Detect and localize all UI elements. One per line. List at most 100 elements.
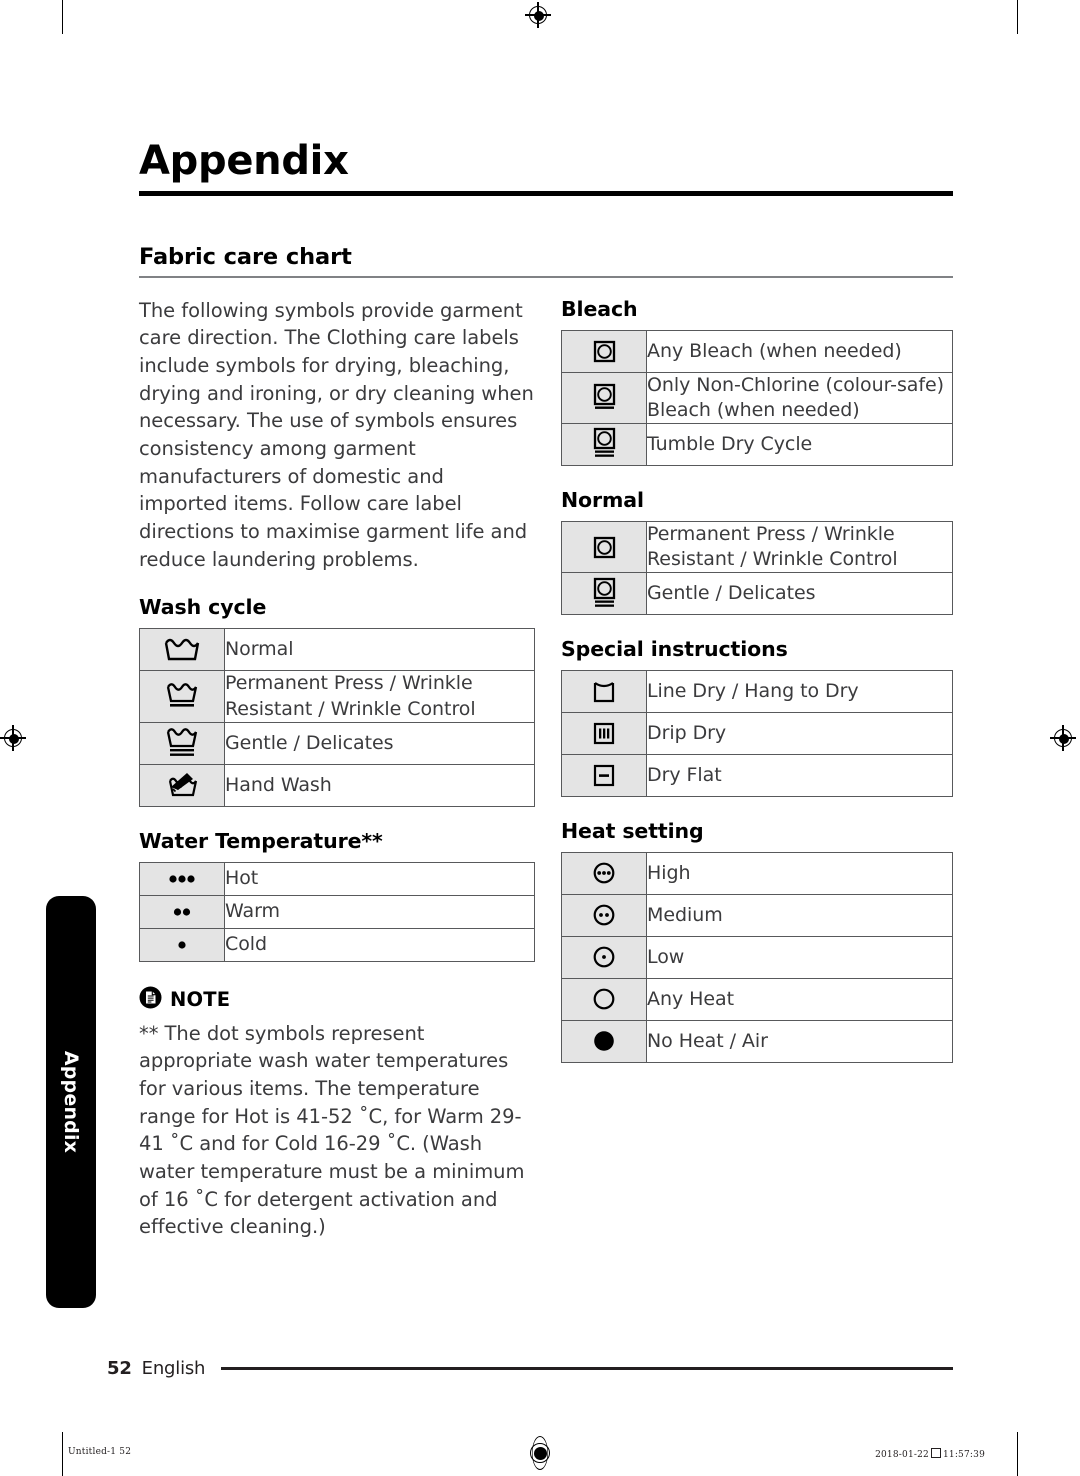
column-gutter [535, 297, 561, 1242]
circle-three-dots-icon [561, 851, 647, 895]
two-column-layout: The following symbols provide garment ca… [139, 297, 953, 1242]
bleach-label: Tumble Dry Cycle [646, 422, 953, 466]
water-temperature-heading: Water Temperature** [139, 828, 383, 853]
wash-cycle-label: Hand Wash [224, 763, 535, 807]
wash-cycle-label: Gentle / Delicates [224, 721, 535, 765]
heat-setting-table: High Medium Low Any Heat No Heat / Air [561, 851, 953, 1063]
page-title: Appendix [139, 138, 349, 184]
table-row: Any Bleach (when needed) [561, 329, 953, 373]
note-text: ** The dot symbols represent appropriate… [139, 1021, 525, 1239]
crop-mark-bottom-left [62, 1432, 64, 1476]
footer-divider [221, 1367, 953, 1370]
registration-mark-bottom [527, 1436, 553, 1470]
bleach-label: Only Non-Chlorine (colour-safe) Bleach (… [646, 371, 953, 424]
page-number: 52 [107, 1358, 132, 1379]
wash-tub-one-bar-icon [139, 670, 225, 723]
wash-tub-two-bar-icon [139, 721, 225, 765]
bleach-heading: Bleach [561, 296, 638, 321]
table-row: Medium [561, 893, 953, 937]
registration-mark-top [525, 2, 553, 30]
table-row: Hot [139, 861, 535, 896]
table-row: High [561, 851, 953, 895]
section-title: Fabric care chart [139, 244, 352, 270]
special-instructions-label: Line Dry / Hang to Dry [646, 669, 953, 713]
dryer-square-two-bar-icon [561, 571, 647, 615]
print-slug-timestamp: 2018-01-22 11:57:39 [875, 1447, 985, 1460]
normal-heading: Normal [561, 487, 644, 512]
line-dry-icon [561, 669, 647, 713]
circle-two-dots-icon [561, 893, 647, 937]
table-row: Only Non-Chlorine (colour-safe) Bleach (… [561, 371, 953, 424]
circle-empty-icon [561, 977, 647, 1021]
registration-mark-left [0, 725, 28, 753]
bleach-table: Any Bleach (when needed) Only Non-Chlori… [561, 329, 953, 466]
table-row: Gentle / Delicates [139, 721, 535, 765]
three-dots-icon [139, 861, 225, 896]
drip-dry-icon [561, 711, 647, 755]
document-page: Appendix Appendix Fabric care chart The … [0, 0, 1080, 1476]
normal-label: Permanent Press / Wrinkle Resistant / Wr… [646, 520, 953, 573]
wash-tub-icon [139, 628, 225, 672]
special-instructions-label: Dry Flat [646, 753, 953, 797]
table-row: Drip Dry [561, 711, 953, 755]
print-slug-filename: Untitled-1 52 [68, 1447, 132, 1457]
water-temperature-table: Hot Warm Cold [139, 861, 535, 962]
table-row: Permanent Press / Wrinkle Resistant / Wr… [139, 670, 535, 723]
special-instructions-label: Drip Dry [646, 711, 953, 755]
circle-filled-icon [561, 1019, 647, 1063]
registration-mark-right [1050, 725, 1078, 753]
table-row: Any Heat [561, 977, 953, 1021]
heat-setting-label: Any Heat [646, 977, 953, 1021]
dryer-square-icon [561, 329, 647, 373]
right-column: Bleach Any Bleach (when needed) Only Non… [561, 297, 953, 1242]
crop-mark-top-left [62, 0, 64, 34]
water-temperature-label: Hot [224, 861, 535, 896]
table-row: Low [561, 935, 953, 979]
crop-mark-bottom-right [1017, 1432, 1019, 1476]
left-column: The following symbols provide garment ca… [139, 297, 535, 1242]
special-instructions-table: Line Dry / Hang to Dry Drip Dry Dry Flat [561, 669, 953, 797]
intro-paragraph: The following symbols provide garment ca… [139, 298, 534, 571]
table-row: Hand Wash [139, 763, 535, 807]
page-language: English [141, 1358, 206, 1379]
table-row: No Heat / Air [561, 1019, 953, 1063]
dryer-square-two-bar-icon [561, 422, 647, 466]
crop-mark-top-right [1017, 0, 1019, 34]
note-label: NOTE [170, 987, 231, 1011]
normal-table: Permanent Press / Wrinkle Resistant / Wr… [561, 520, 953, 615]
table-row: Cold [139, 927, 535, 962]
side-tab-appendix: Appendix [46, 896, 96, 1308]
print-slug-time: 11:57:39 [942, 1450, 985, 1460]
heat-setting-label: No Heat / Air [646, 1019, 953, 1063]
table-row: Gentle / Delicates [561, 571, 953, 615]
heat-setting-heading: Heat setting [561, 818, 704, 843]
page-content: Appendix Fabric care chart The following… [139, 140, 953, 1241]
table-row: Permanent Press / Wrinkle Resistant / Wr… [561, 520, 953, 573]
hand-wash-icon [139, 763, 225, 807]
dry-flat-icon [561, 753, 647, 797]
dryer-square-one-bar-icon [561, 371, 647, 424]
table-row: Normal [139, 628, 535, 672]
heat-setting-label: High [646, 851, 953, 895]
one-dot-icon [139, 927, 225, 962]
heat-setting-label: Medium [646, 893, 953, 937]
special-instructions-heading: Special instructions [561, 636, 788, 661]
water-temperature-label: Cold [224, 927, 535, 962]
section-divider [139, 276, 953, 278]
table-row: Tumble Dry Cycle [561, 422, 953, 466]
table-row: Dry Flat [561, 753, 953, 797]
dryer-square-icon [561, 520, 647, 573]
wash-cycle-heading: Wash cycle [139, 595, 267, 620]
heat-setting-label: Low [646, 935, 953, 979]
table-row: Warm [139, 894, 535, 929]
page-footer: 52 English [107, 1358, 953, 1379]
wash-cycle-label: Permanent Press / Wrinkle Resistant / Wr… [224, 670, 535, 723]
water-temperature-label: Warm [224, 894, 535, 929]
bleach-label: Any Bleach (when needed) [646, 329, 953, 373]
wash-cycle-label: Normal [224, 628, 535, 672]
print-slug-date: 2018-01-22 [875, 1450, 929, 1460]
normal-label: Gentle / Delicates [646, 571, 953, 615]
note-document-icon [139, 986, 162, 1013]
missing-glyph-box [930, 1448, 941, 1458]
circle-one-dot-icon [561, 935, 647, 979]
